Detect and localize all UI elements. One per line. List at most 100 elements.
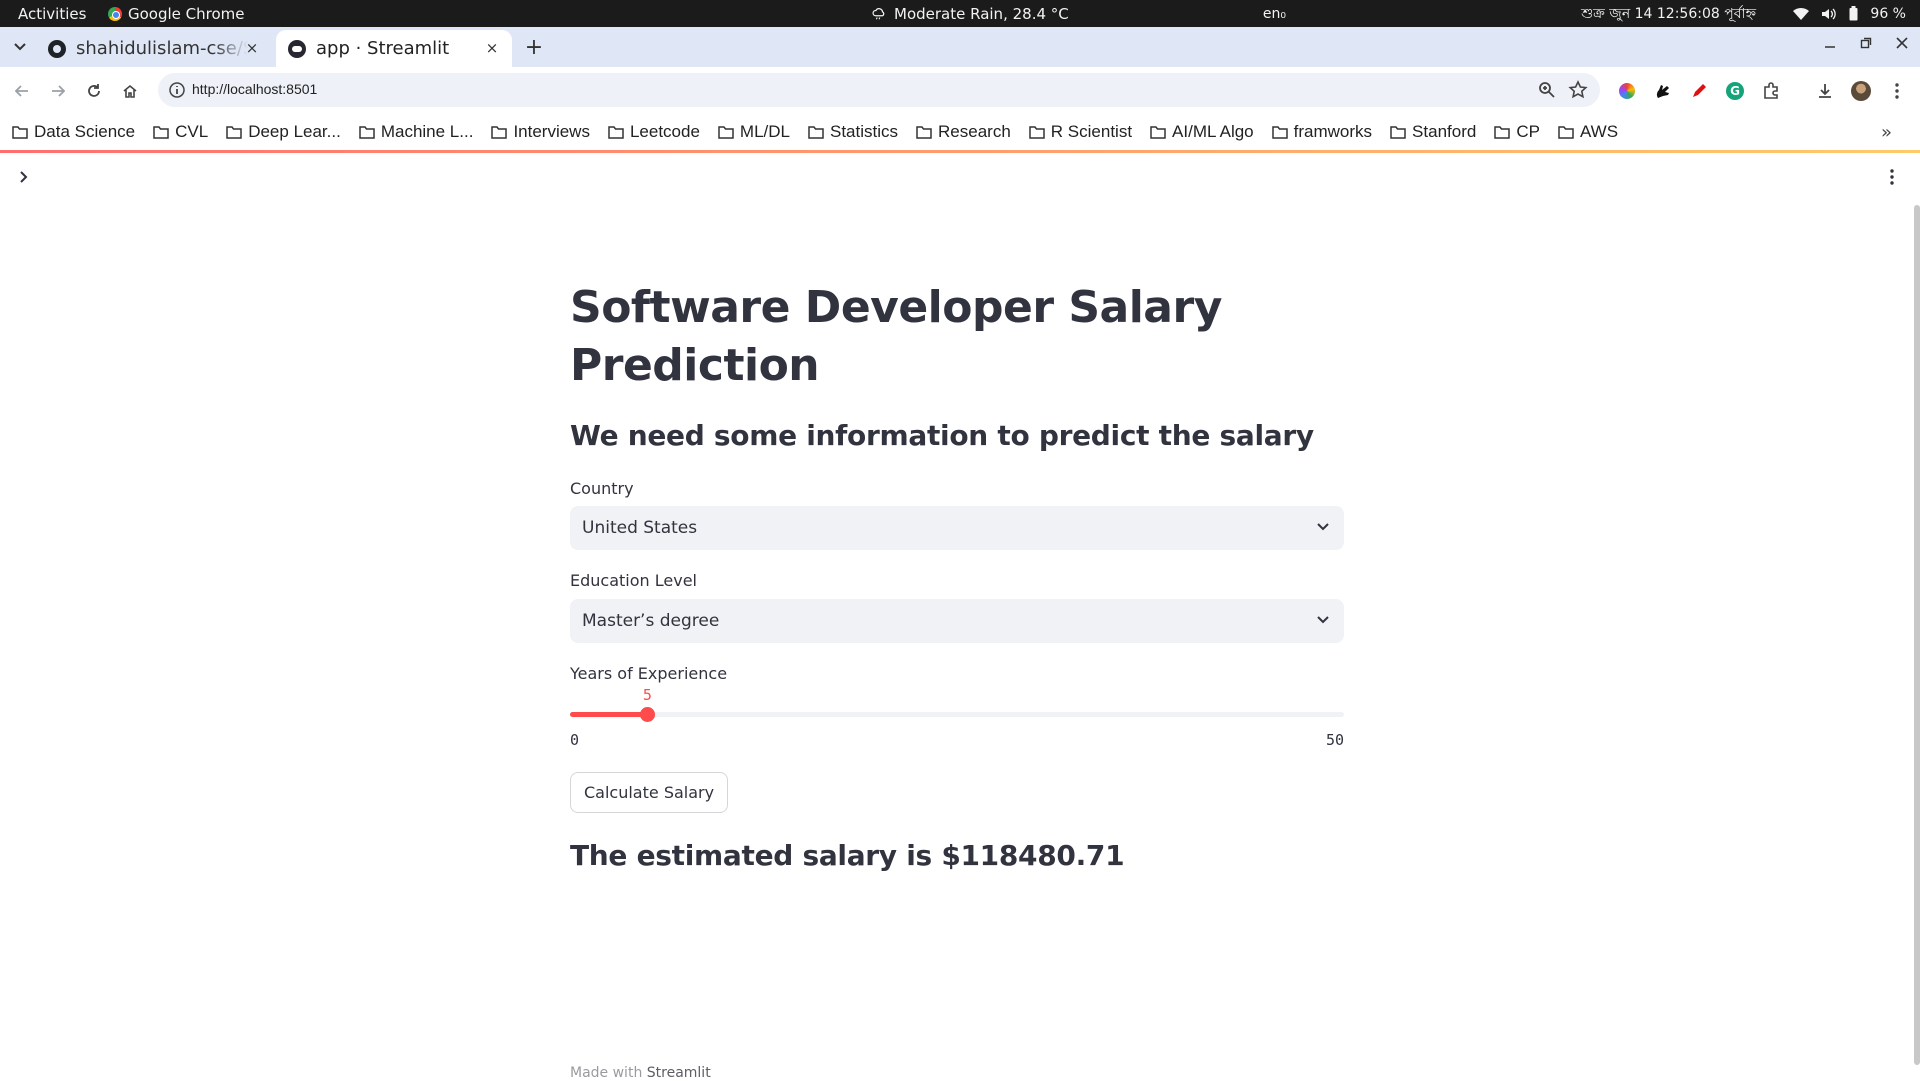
main-menu-button[interactable] xyxy=(1882,167,1902,187)
streamlit-page: Software Developer Salary Prediction We … xyxy=(0,153,1920,1081)
bookmark-folder[interactable]: Data Science xyxy=(12,122,135,142)
streamlit-link[interactable]: Streamlit xyxy=(647,1065,711,1081)
minimize-button[interactable] xyxy=(1822,35,1838,51)
bookmark-label: Machine L... xyxy=(380,122,474,141)
bookmarks-overflow-button[interactable]: » xyxy=(1881,122,1892,143)
bookmark-star-icon[interactable] xyxy=(1568,80,1588,100)
extensions-puzzle-icon[interactable] xyxy=(1760,80,1782,102)
folder-icon xyxy=(718,126,734,139)
extension-hand-icon[interactable] xyxy=(1652,80,1674,102)
chevron-down-icon xyxy=(14,43,26,51)
experience-slider-max: 50 xyxy=(1325,731,1344,749)
close-icon[interactable]: × xyxy=(244,39,260,57)
url-text[interactable]: http://localhost:8501 xyxy=(192,81,317,97)
folder-icon xyxy=(1558,126,1574,139)
close-icon[interactable]: × xyxy=(484,39,500,57)
bookmark-folder[interactable]: AWS xyxy=(1558,122,1618,142)
bookmark-folder[interactable]: ML/DL xyxy=(718,122,790,142)
bookmark-folder[interactable]: Research xyxy=(916,122,1011,142)
rain-cloud-icon xyxy=(872,7,885,19)
sidebar-toggle-button[interactable] xyxy=(14,167,34,187)
weather-text: Moderate Rain, 28.4 °C xyxy=(894,4,1069,23)
arrow-right-icon xyxy=(52,85,66,97)
bookmark-folder[interactable]: R Scientist xyxy=(1029,122,1132,142)
bookmark-folder[interactable]: CVL xyxy=(153,122,208,142)
bookmark-folder[interactable]: Deep Lear... xyxy=(226,122,341,142)
close-icon xyxy=(1896,37,1908,49)
restore-button[interactable] xyxy=(1858,35,1874,51)
window-controls xyxy=(1822,35,1910,51)
country-select-value: United States xyxy=(582,518,698,538)
info-icon[interactable] xyxy=(168,81,186,99)
home-button[interactable] xyxy=(118,79,142,103)
extension-pen-icon[interactable] xyxy=(1688,80,1710,102)
bookmark-folder[interactable]: AI/ML Algo xyxy=(1150,122,1254,142)
weather-indicator[interactable]: Moderate Rain, 28.4 °C xyxy=(872,0,1069,27)
battery-percent: 96 % xyxy=(1870,5,1906,22)
folder-icon xyxy=(12,126,28,139)
address-bar[interactable]: http://localhost:8501 xyxy=(158,73,1600,107)
extension-color-icon[interactable] xyxy=(1616,80,1638,102)
experience-label: Years of Experience xyxy=(570,664,728,683)
bookmark-label: CVL xyxy=(175,122,209,141)
back-button[interactable] xyxy=(10,79,34,103)
chevron-right-icon xyxy=(20,171,28,183)
forward-button[interactable] xyxy=(46,79,70,103)
zoom-icon[interactable] xyxy=(1538,81,1556,99)
calculate-salary-button[interactable]: Calculate Salary xyxy=(570,772,729,813)
bookmark-label: Research xyxy=(938,122,1011,141)
tab-search-button[interactable] xyxy=(8,35,32,59)
bookmark-label: AWS xyxy=(1579,122,1619,141)
bookmark-label: framworks xyxy=(1293,122,1373,141)
bookmark-label: Data Science xyxy=(34,122,136,141)
bookmark-folder[interactable]: framworks xyxy=(1271,122,1373,142)
tab-github[interactable]: shahidulislam-cse/S × xyxy=(36,30,272,67)
chevron-down-icon xyxy=(1317,523,1329,531)
experience-slider-thumb[interactable] xyxy=(640,707,656,722)
clock[interactable]: শুক্র জুন 14 12:56:08 পূর্বাহ্ন xyxy=(1581,2,1756,26)
bookmark-folder[interactable]: Machine L... xyxy=(359,122,474,142)
app-menu[interactable]: Google Chrome xyxy=(108,5,245,23)
section-subtitle: We need some information to predict the … xyxy=(570,419,1314,452)
bookmark-folder[interactable]: Stanford xyxy=(1390,122,1476,142)
bookmark-label: Interviews xyxy=(513,122,590,141)
bookmark-label: R Scientist xyxy=(1050,122,1133,141)
new-tab-button[interactable]: + xyxy=(520,33,548,61)
restore-icon xyxy=(1860,37,1872,49)
bookmark-folder[interactable]: Leetcode xyxy=(608,122,700,142)
profile-avatar[interactable] xyxy=(1850,80,1872,102)
reload-button[interactable] xyxy=(82,79,106,103)
tab-streamlit-app[interactable]: app · Streamlit × xyxy=(276,30,512,67)
bookmark-folder[interactable]: Statistics xyxy=(808,122,898,142)
experience-slider[interactable] xyxy=(570,707,1344,722)
page-scrollbar[interactable] xyxy=(1914,205,1920,1065)
folder-icon xyxy=(491,126,508,139)
folder-icon xyxy=(1271,126,1288,139)
chrome-menu-button[interactable] xyxy=(1886,80,1908,102)
tab-strip: shahidulislam-cse/S × app · Streamlit × … xyxy=(0,27,1920,67)
folder-icon xyxy=(1390,126,1406,139)
battery-icon xyxy=(1849,6,1858,21)
bookmark-folder[interactable]: CP xyxy=(1494,122,1540,142)
activities-button[interactable]: Activities xyxy=(0,5,108,23)
folder-icon xyxy=(153,126,169,139)
bookmark-label: Leetcode xyxy=(629,122,700,141)
reload-icon xyxy=(88,84,100,97)
system-status-area[interactable]: 96 % xyxy=(1793,6,1906,22)
experience-slider-fill xyxy=(570,712,648,717)
input-language[interactable]: en₀ xyxy=(1263,6,1286,22)
close-window-button[interactable] xyxy=(1894,35,1910,51)
education-select-value: Master’s degree xyxy=(582,611,720,631)
grammarly-icon[interactable]: G xyxy=(1724,80,1746,102)
bookmark-folder[interactable]: Interviews xyxy=(491,122,590,142)
country-select[interactable]: United States xyxy=(570,506,1344,550)
education-label: Education Level xyxy=(570,571,697,590)
education-select[interactable]: Master’s degree xyxy=(570,599,1344,643)
experience-slider-min: 0 xyxy=(570,731,580,749)
folder-icon xyxy=(1029,126,1045,139)
tab-title: shahidulislam-cse/S xyxy=(76,38,248,59)
bookmark-label: ML/DL xyxy=(739,122,790,141)
download-icon[interactable] xyxy=(1814,80,1836,102)
footer-prefix: Made with xyxy=(570,1065,643,1081)
browser-toolbar: http://localhost:8501 G xyxy=(0,67,1920,114)
